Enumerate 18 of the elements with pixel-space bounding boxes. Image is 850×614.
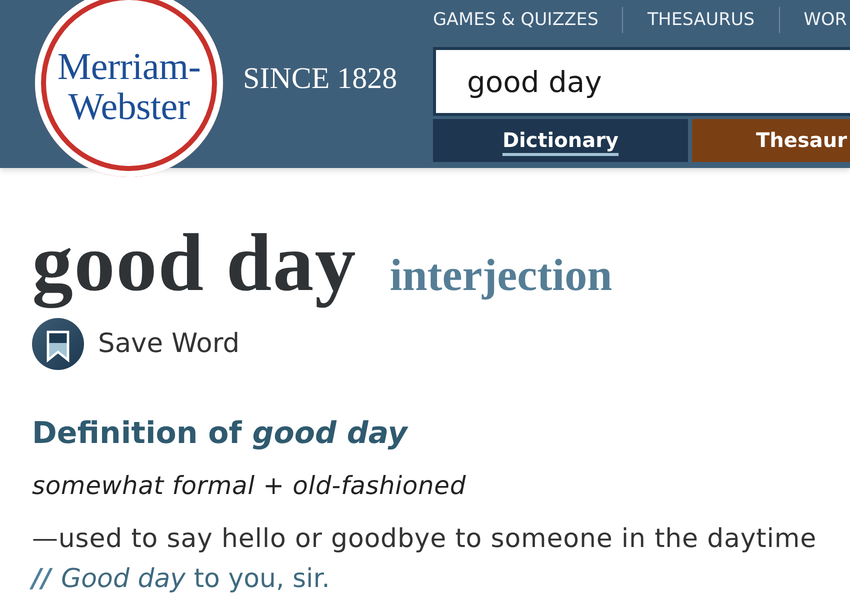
- usage-label: somewhat formal + old-fashioned: [32, 470, 468, 502]
- headword: good day: [32, 216, 357, 310]
- nav-link[interactable]: THESAURUS: [647, 7, 755, 33]
- search-tab[interactable]: Dictionary: [433, 119, 688, 162]
- tagline: SINCE 1828: [243, 62, 398, 96]
- part-of-speech: interjection: [390, 249, 612, 302]
- definition-text: —used to say hello or goodbye to someone in the daytime: [32, 522, 818, 555]
- search-field[interactable]: good day: [433, 47, 850, 116]
- search-tab[interactable]: Thesaur: [692, 119, 850, 162]
- example-marker: //: [32, 562, 51, 595]
- bookmark-icon: [32, 318, 84, 370]
- definition-heading: Definition of good day: [32, 416, 410, 451]
- example-sentence: Good day to you, sir.: [61, 562, 330, 595]
- save-word-button[interactable]: Save Word: [32, 318, 240, 370]
- nav-link[interactable]: GAMES & QUIZZES: [433, 7, 598, 33]
- logo-emblem[interactable]: Merriam-Webster: [35, 0, 223, 177]
- logo-wordmark: Merriam-Webster: [56, 47, 202, 127]
- nav-link[interactable]: WOR: [804, 7, 847, 33]
